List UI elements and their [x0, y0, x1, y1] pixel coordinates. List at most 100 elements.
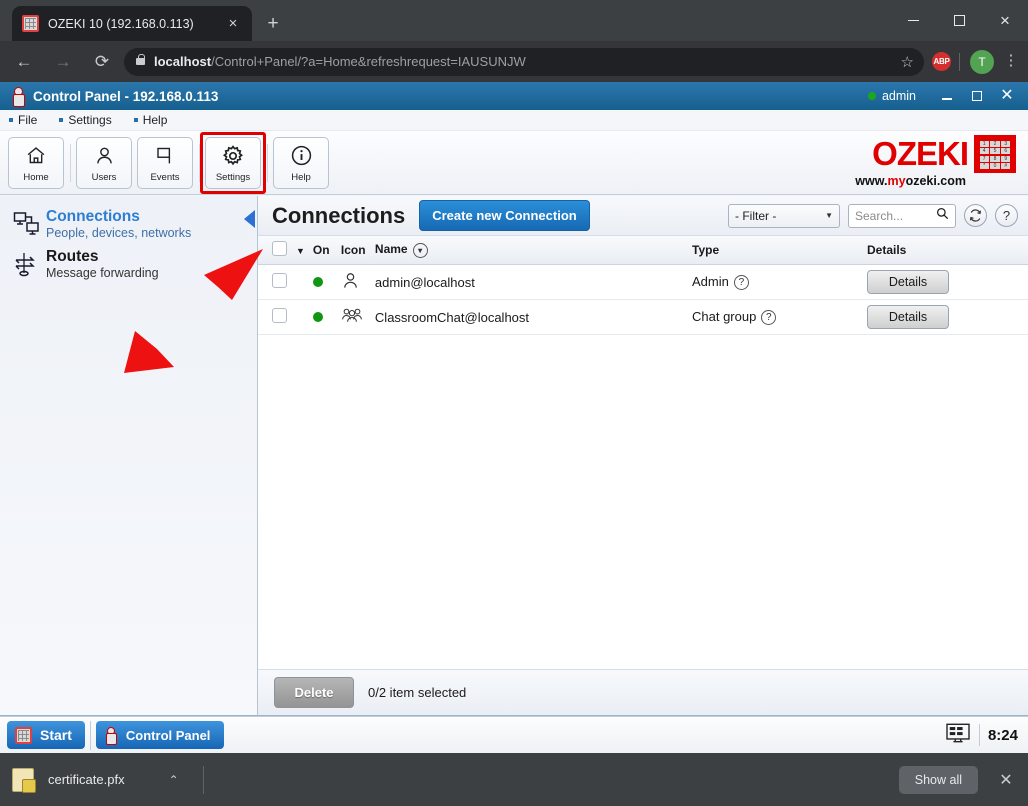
toolbar-button-settings[interactable]: Settings — [200, 131, 266, 194]
keypad-icon: 1 2 3 4 5 6 7 8 9 * 0 # — [974, 135, 1016, 173]
app-maximize-icon[interactable] — [962, 85, 992, 107]
toolbar-button-help[interactable]: Help — [273, 136, 329, 189]
control-panel-window: Control Panel - 192.168.0.113 admin ✕ Fi… — [0, 82, 1028, 716]
checkbox[interactable] — [272, 273, 287, 288]
sidebar-item-routes[interactable]: Routes Message forwarding — [0, 244, 257, 284]
avatar[interactable]: T — [970, 49, 994, 74]
sidebar-connections-text: Connections People, devices, networks — [44, 208, 191, 240]
menu-help[interactable]: Help — [133, 113, 167, 127]
close-glyph: × — [1000, 11, 1010, 30]
header-on[interactable]: On — [308, 236, 337, 265]
maximize-icon[interactable] — [936, 0, 982, 41]
start-label: Start — [40, 727, 72, 743]
keypad-key: * — [979, 163, 989, 169]
toolbar-button-users[interactable]: Users — [76, 136, 132, 189]
chevron-up-icon[interactable]: ⌃ — [169, 773, 179, 787]
checkbox[interactable] — [272, 308, 287, 323]
header-menu-caret[interactable]: ▼ — [292, 236, 309, 265]
menu-bar: File Settings Help — [0, 110, 1028, 131]
close-icon[interactable]: ✕ — [996, 770, 1016, 790]
certificate-icon — [12, 767, 36, 793]
row-name[interactable]: admin@localhost — [370, 264, 688, 300]
start-button[interactable]: Start — [7, 721, 85, 749]
chrome-menu-icon[interactable]: ⋮ — [1000, 54, 1022, 68]
back-icon[interactable]: ← — [9, 47, 39, 77]
sidebar-item-connections[interactable]: Connections People, devices, networks — [0, 204, 257, 244]
download-file-name: certificate.pfx — [48, 772, 125, 787]
details-button[interactable]: Details — [867, 305, 949, 329]
bullet-icon — [59, 118, 64, 122]
current-user-label: admin — [881, 89, 916, 103]
display-icon[interactable] — [945, 722, 971, 749]
adblock-extension-icon[interactable]: ABP — [932, 52, 951, 71]
page-title: Connections — [272, 202, 406, 228]
create-new-connection-button[interactable]: Create new Connection — [419, 200, 590, 231]
details-button[interactable]: Details — [867, 270, 949, 294]
browser-window-controls: × — [890, 0, 1028, 41]
ozeki-logo: OZEKI 1 2 3 4 5 6 7 8 9 * 0 # www.myozek… — [855, 135, 1016, 188]
windows-taskbar: Start Control Panel 8:24 — [0, 716, 1028, 753]
show-all-button[interactable]: Show all — [898, 765, 978, 794]
close-icon[interactable]: × — [982, 0, 1028, 41]
toolbar-label-settings: Settings — [215, 171, 251, 183]
divider — [267, 143, 268, 182]
row-checkbox-cell[interactable] — [258, 264, 292, 300]
checkbox[interactable] — [272, 241, 287, 256]
refresh-icon[interactable] — [964, 204, 987, 227]
url-path: /Control+Panel/?a=Home&refreshrequest=IA… — [211, 54, 526, 69]
gear-icon — [221, 143, 245, 169]
menu-file[interactable]: File — [9, 113, 37, 127]
row-name[interactable]: ClassroomChat@localhost — [370, 299, 688, 335]
menu-settings[interactable]: Settings — [59, 113, 112, 127]
question-icon[interactable]: ? — [733, 275, 749, 291]
forward-icon[interactable]: → — [48, 47, 78, 77]
clock[interactable]: 8:24 — [988, 727, 1018, 744]
toolbar-button-events[interactable]: Events — [137, 136, 193, 189]
download-item[interactable]: certificate.pfx ⌃ — [12, 767, 179, 793]
new-tab-button[interactable]: + — [262, 13, 284, 35]
app-title: Control Panel - 192.168.0.113 — [33, 88, 219, 104]
header-name[interactable]: Name ▾ — [370, 236, 688, 265]
browser-toolbar: ← → ⟳ localhost/Control+Panel/?a=Home&re… — [0, 41, 1028, 82]
menu-file-label: File — [18, 113, 38, 127]
header-select-all[interactable] — [258, 236, 292, 265]
filter-select[interactable]: - Filter - ▼ — [728, 203, 840, 228]
header-icon[interactable]: Icon — [336, 236, 371, 265]
keypad-key: 8 — [990, 155, 1000, 162]
question-icon[interactable]: ? — [761, 310, 777, 326]
row-spacer — [292, 264, 309, 300]
question-icon[interactable]: ? — [995, 204, 1018, 227]
browser-tab[interactable]: OZEKI 10 (192.168.0.113) × — [12, 6, 252, 41]
toolbar-button-home[interactable]: Home — [8, 136, 64, 189]
status-badge — [867, 92, 876, 100]
row-icon — [336, 264, 371, 300]
toolbar-label-help: Help — [291, 171, 311, 183]
taskbar-item-control-panel[interactable]: Control Panel — [95, 721, 225, 749]
delete-button[interactable]: Delete — [274, 677, 354, 708]
collapse-triangle-icon[interactable] — [244, 210, 255, 228]
search-box[interactable] — [848, 203, 956, 228]
ozeki-grid-icon — [15, 726, 32, 744]
bookmark-star-icon[interactable]: ☆ — [901, 53, 914, 71]
app-close-icon[interactable]: ✕ — [992, 85, 1022, 107]
keypad-key: 6 — [1001, 148, 1011, 154]
table-row[interactable]: admin@localhost Admin? Details — [258, 264, 1028, 300]
content-footer: Delete 0/2 item selected — [258, 669, 1028, 715]
keypad-key: 3 — [1001, 140, 1011, 147]
close-icon[interactable]: × — [224, 15, 242, 33]
header-details[interactable]: Details — [863, 236, 1028, 265]
row-spacer — [292, 299, 309, 335]
reload-icon[interactable]: ⟳ — [87, 47, 117, 77]
row-details-cell: Details — [863, 264, 1028, 300]
sidebar-item-label: Connections — [46, 208, 140, 225]
header-type[interactable]: Type — [688, 236, 863, 265]
row-status — [308, 264, 337, 300]
app-title-bar: Control Panel - 192.168.0.113 admin ✕ — [0, 82, 1028, 110]
search-input[interactable] — [855, 208, 936, 223]
row-checkbox-cell[interactable] — [258, 299, 292, 335]
minimize-icon[interactable] — [890, 0, 936, 41]
row-type-label: Chat group — [692, 308, 757, 324]
table-row[interactable]: ClassroomChat@localhost Chat group? Deta… — [258, 299, 1028, 335]
address-bar[interactable]: localhost/Control+Panel/?a=Home&refreshr… — [124, 47, 924, 76]
app-minimize-icon[interactable] — [932, 85, 962, 107]
